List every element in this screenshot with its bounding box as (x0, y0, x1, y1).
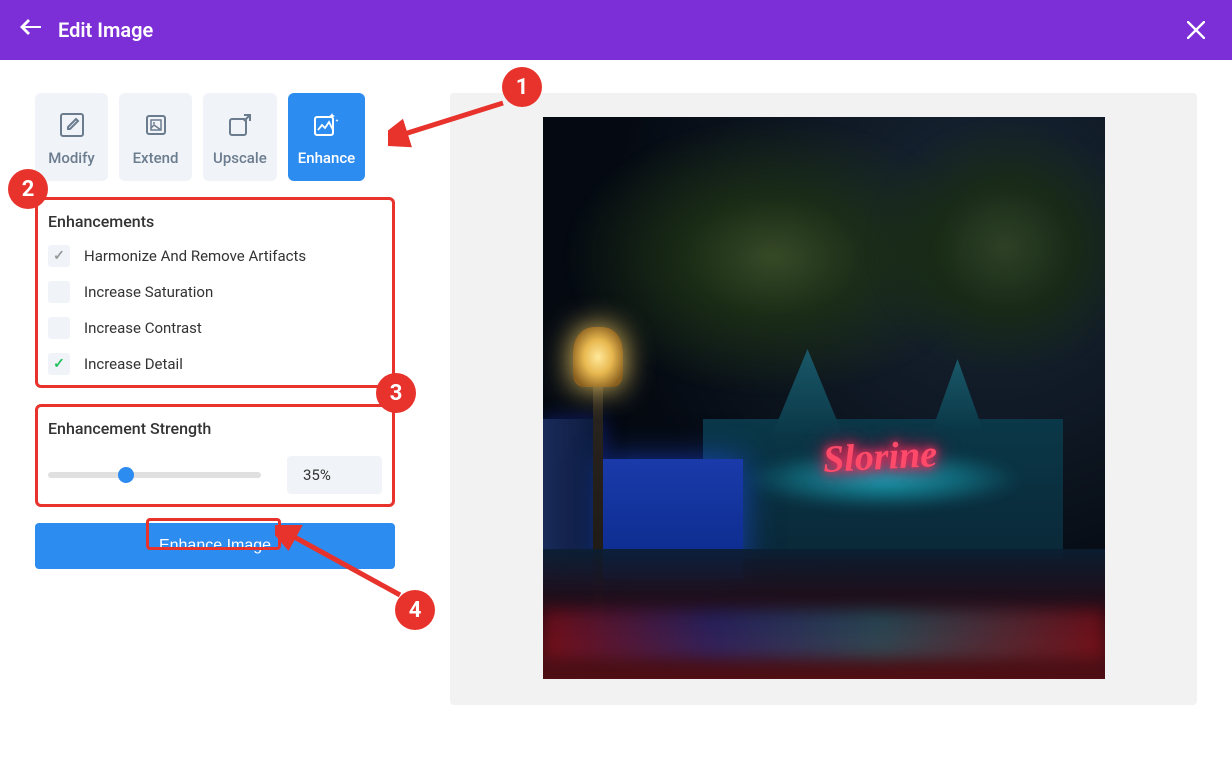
tab-label: Extend (133, 149, 179, 167)
slider-thumb[interactable] (118, 467, 134, 483)
callout-2: 2 (8, 169, 48, 209)
strength-section: Enhancement Strength 35% (35, 404, 395, 507)
callout-4: 4 (395, 590, 435, 630)
preview-image: Slorine (543, 117, 1105, 679)
content: Modify Extend Upscale Enhance (0, 60, 1232, 738)
preview-neon-text: Slorine (821, 432, 937, 482)
strength-value: 35% (287, 456, 382, 494)
enhancements-title: Enhancements (48, 212, 382, 231)
close-icon[interactable] (1180, 14, 1212, 46)
modify-icon (58, 111, 86, 139)
checkbox-label: Increase Detail (84, 355, 183, 373)
slider-row: 35% (48, 456, 382, 494)
tab-label: Modify (48, 149, 95, 167)
checkbox-row: Increase Contrast (48, 317, 382, 339)
page-title: Edit Image (58, 18, 153, 42)
back-icon[interactable] (20, 18, 42, 42)
preview-panel: Slorine (450, 93, 1197, 705)
checkbox-contrast[interactable] (48, 317, 70, 339)
callout-1: 1 (502, 67, 542, 107)
checkbox-label: Increase Contrast (84, 319, 202, 337)
strength-title: Enhancement Strength (48, 419, 382, 438)
checkbox-label: Increase Saturation (84, 283, 213, 301)
sidebar: Modify Extend Upscale Enhance (35, 93, 395, 705)
enhance-icon (312, 111, 340, 139)
tabs: Modify Extend Upscale Enhance (35, 93, 395, 181)
header: Edit Image (0, 0, 1232, 60)
strength-slider[interactable] (48, 472, 261, 478)
upscale-icon (226, 111, 254, 139)
tab-extend[interactable]: Extend (119, 93, 192, 181)
checkbox-row: Harmonize And Remove Artifacts (48, 245, 382, 267)
checkbox-row: Increase Saturation (48, 281, 382, 303)
checkbox-row: Increase Detail (48, 353, 382, 375)
header-left: Edit Image (20, 18, 153, 42)
tab-label: Enhance (298, 149, 355, 167)
tab-label: Upscale (213, 149, 267, 167)
extend-icon (142, 111, 170, 139)
enhance-image-button[interactable]: Enhance Image (35, 523, 395, 569)
callout-3: 3 (376, 373, 416, 413)
tab-modify[interactable]: Modify (35, 93, 108, 181)
tab-upscale[interactable]: Upscale (203, 93, 277, 181)
enhancements-section: Enhancements Harmonize And Remove Artifa… (35, 197, 395, 388)
checkbox-detail[interactable] (48, 353, 70, 375)
tab-enhance[interactable]: Enhance (288, 93, 365, 181)
checkbox-label: Harmonize And Remove Artifacts (84, 247, 306, 265)
button-label: Enhance Image (159, 537, 271, 554)
checkbox-saturation[interactable] (48, 281, 70, 303)
checkbox-harmonize[interactable] (48, 245, 70, 267)
